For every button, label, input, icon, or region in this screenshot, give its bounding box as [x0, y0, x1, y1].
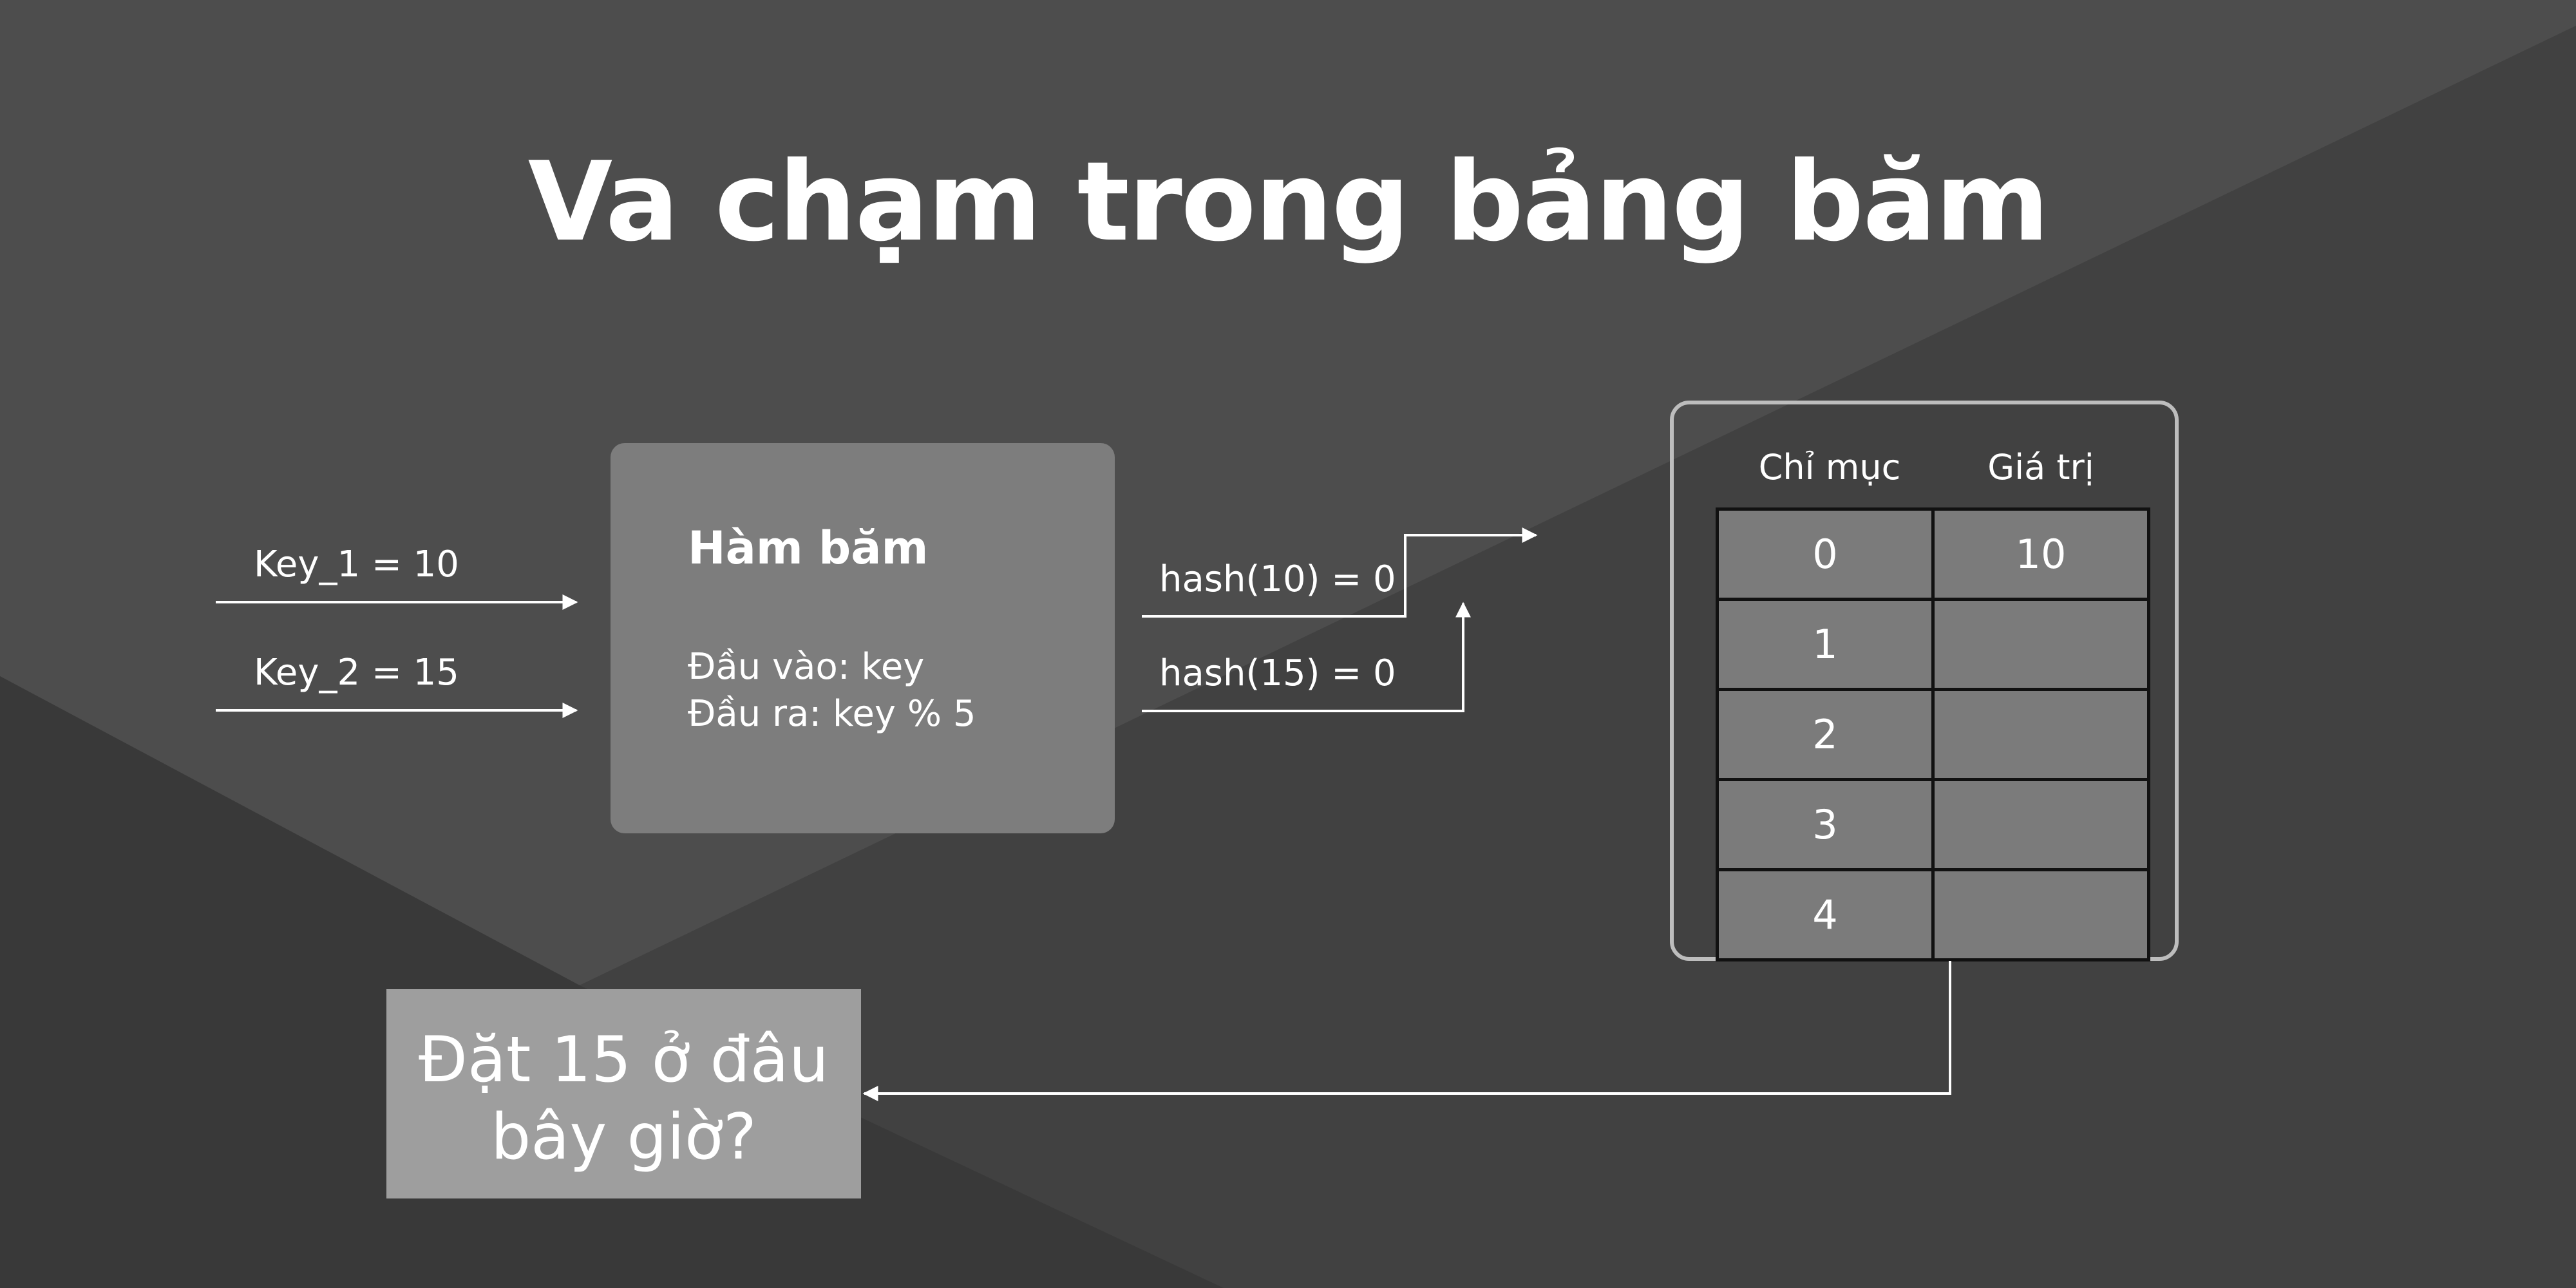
- arrow-hash-2-to-table: [1142, 601, 1471, 712]
- connector-arrows: [216, 527, 1951, 1101]
- arrow-table-to-question: [862, 961, 1951, 1101]
- arrow-hash-1-to-table: [1142, 527, 1538, 618]
